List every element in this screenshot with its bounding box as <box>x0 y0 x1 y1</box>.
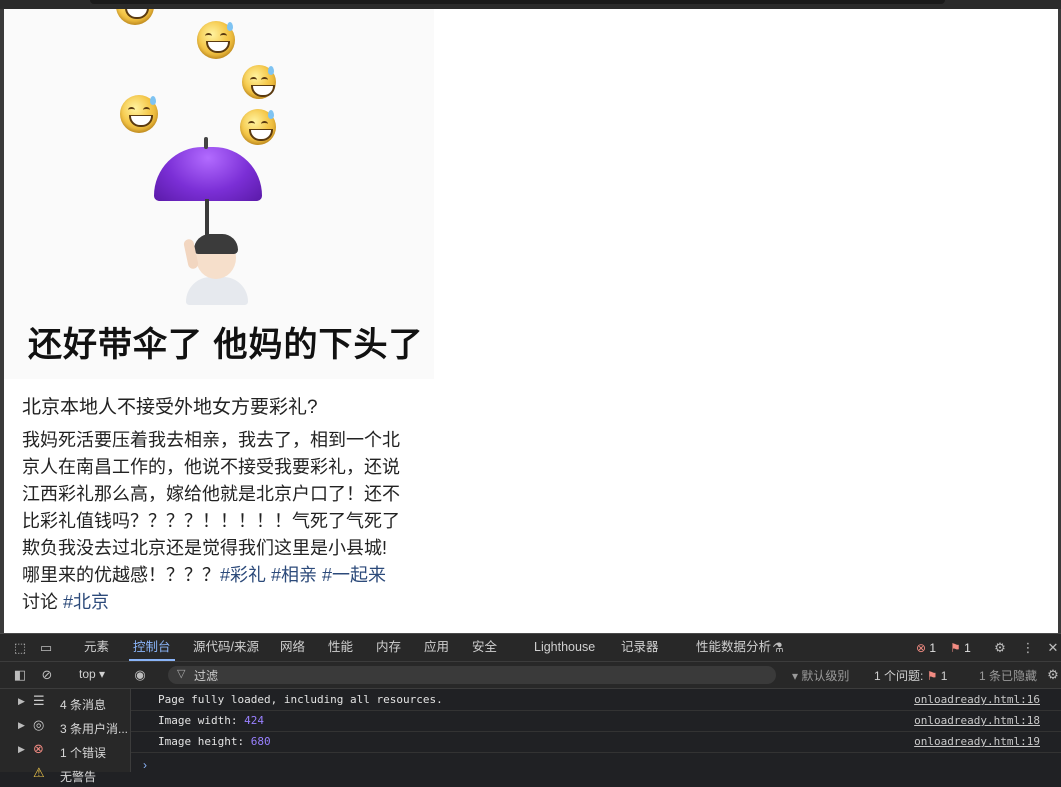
sweat-smile-emoji-icon <box>240 109 276 145</box>
tab-security[interactable]: 安全 <box>472 634 497 661</box>
post-line: 哪里来的优越感！？？？#彩礼 #相亲 #一起来 <box>22 562 432 589</box>
error-count-badge[interactable]: ⊗ 1 <box>916 641 936 655</box>
post-line: 京人在南昌工作的，他说不接受我要彩礼，还说 <box>22 457 400 477</box>
issues-label: 1 个问题: <box>874 669 924 683</box>
post-line-text: 哪里来的优越感！？？？ <box>22 565 220 585</box>
issue-flag-icon: ⚑ <box>950 641 961 655</box>
expand-arrow-icon: ▶ <box>18 744 25 754</box>
console-message-source-link[interactable]: onloadready.html:16 <box>914 693 1040 706</box>
user-icon: ◎ <box>33 717 45 732</box>
list-icon: ☰ <box>33 693 45 708</box>
tab-application[interactable]: 应用 <box>424 634 449 661</box>
issues-badge-count: 1 <box>940 669 948 683</box>
tab-console[interactable]: 控制台 <box>129 634 174 661</box>
sweat-smile-emoji-icon <box>242 65 276 99</box>
post-line: 比彩礼值钱吗？？？？！！！！！气死了气死了 <box>22 511 400 531</box>
sidebar-item-warnings[interactable]: ⚠ 无警告 <box>0 763 130 787</box>
post-body: 我妈死活要压着我去相亲，我去了，相到一个北 京人在南昌工作的，他说不接受我要彩礼… <box>22 427 432 616</box>
console-message: Page fully loaded, including all resourc… <box>131 689 1061 711</box>
error-icon: ⊗ <box>916 641 927 655</box>
post-line: 欺负我没去过北京还是觉得我们这里是小县城! <box>22 538 387 558</box>
page-viewport: 还好带伞了 他妈的下头了 北京本地人不接受外地女方要彩礼? 我妈死活要压着我去相… <box>4 9 1058 633</box>
tab-memory[interactable]: 内存 <box>376 634 401 661</box>
console-message-label: Image height: <box>158 735 251 748</box>
post-line: 江西彩礼那么高，嫁给他就是北京户口了！还不 <box>22 484 400 504</box>
post-line: 讨论 #北京 <box>22 589 432 616</box>
sidebar-item-label: 1 个错误 <box>60 746 107 760</box>
warning-icon: ⚠ <box>33 765 45 780</box>
console-filter-input[interactable]: ▽ 过滤 <box>168 666 776 684</box>
console-message-number: 424 <box>244 714 264 727</box>
meme-image: 还好带伞了 他妈的下头了 <box>4 9 434 379</box>
console-message-text: Image height: 680 <box>158 735 271 748</box>
console-message-number: 680 <box>250 735 271 748</box>
issues-button[interactable]: 1 个问题: ⚑ 1 <box>874 667 947 684</box>
tab-performance-insights[interactable]: 性能数据分析 <box>696 634 771 661</box>
console-messages: Page fully loaded, including all resourc… <box>131 689 1061 772</box>
tab-bar-edge <box>90 0 945 4</box>
console-settings-gear-icon[interactable]: ⚙ <box>1045 667 1061 683</box>
post-hashtags[interactable]: #彩礼 #相亲 #一起来 <box>220 565 386 585</box>
sweat-smile-emoji-icon <box>116 9 154 25</box>
sidebar-item-label: 3 条用户消... <box>60 722 129 736</box>
inspect-element-icon[interactable]: ⬚ <box>12 640 28 656</box>
console-sidebar: ▶ ☰ 4 条消息 ▶ ◎ 3 条用户消... ▶ ⊗ 1 个错误 ⚠ 无警告 <box>0 689 131 784</box>
post-hashtag[interactable]: #北京 <box>63 592 109 612</box>
live-expression-eye-icon[interactable]: ◉ <box>132 667 148 683</box>
device-toolbar-icon[interactable]: ▭ <box>38 640 54 656</box>
expand-arrow-icon: ▶ <box>18 720 25 730</box>
console-message-text: Image width: 424 <box>158 714 264 727</box>
error-icon: ⊗ <box>33 741 44 756</box>
browser-top-strip <box>0 0 1061 9</box>
console-message-source-link[interactable]: onloadready.html:18 <box>914 714 1040 727</box>
sidebar-toggle-icon[interactable]: ◧ <box>12 667 28 683</box>
sidebar-item-label: 4 条消息 <box>60 698 107 712</box>
console-message-text: Page fully loaded, including all resourc… <box>158 693 443 706</box>
tab-elements[interactable]: 元素 <box>84 634 109 661</box>
context-value: top <box>79 667 96 681</box>
issue-count-badge[interactable]: ⚑ 1 <box>950 641 971 655</box>
tab-recorder[interactable]: 记录器 <box>621 634 659 661</box>
more-options-icon[interactable]: ⋮ <box>1020 640 1036 656</box>
sweat-smile-emoji-icon <box>120 95 158 133</box>
flask-icon: ⚗ <box>772 640 784 655</box>
console-message: Image width: 424 onloadready.html:18 <box>131 710 1061 732</box>
console-message-label: Image width: <box>158 714 245 727</box>
hidden-messages-label: 1 条已隐藏 <box>979 669 1038 683</box>
tab-sources[interactable]: 源代码/来源 <box>193 634 259 661</box>
post-title: 北京本地人不接受外地女方要彩礼? <box>22 397 318 418</box>
person-raising-hand-icon <box>182 234 250 305</box>
tab-performance[interactable]: 性能 <box>328 634 353 661</box>
devtools-tab-bar: ⬚ ▭ 元素 控制台 源代码/来源 网络 性能 内存 应用 安全 Lightho… <box>0 634 1061 662</box>
log-level-dropdown[interactable]: ▾ 默认级别 <box>792 667 849 684</box>
issue-count: 1 <box>964 641 971 655</box>
error-count: 1 <box>929 641 937 655</box>
post-line-text: 讨论 <box>22 592 58 612</box>
console-toolbar: ◧ ⊘ top ▾ ◉ ▽ 过滤 ▾ 默认级别 1 个问题: ⚑ 1 1 条已隐… <box>0 662 1061 689</box>
clear-console-icon[interactable]: ⊘ <box>39 667 55 683</box>
devtools-panel: ⬚ ▭ 元素 控制台 源代码/来源 网络 性能 内存 应用 安全 Lightho… <box>0 633 1061 784</box>
context-selector[interactable]: top ▾ <box>79 667 105 681</box>
expand-arrow-icon: ▶ <box>18 696 25 706</box>
issue-flag-icon: ⚑ <box>926 669 938 683</box>
sweat-smile-emoji-icon <box>197 21 235 59</box>
tab-network[interactable]: 网络 <box>280 634 305 661</box>
log-level-value: 默认级别 <box>801 669 850 683</box>
close-devtools-icon[interactable]: ✕ <box>1045 640 1061 656</box>
console-message-source-link[interactable]: onloadready.html:19 <box>914 735 1040 748</box>
post-line: 我妈死活要压着我去相亲，我去了，相到一个北 <box>22 430 400 450</box>
console-message: Image height: 680 onloadready.html:19 <box>131 731 1061 753</box>
meme-caption: 还好带伞了 他妈的下头了 <box>28 326 424 364</box>
sidebar-item-messages[interactable]: ▶ ☰ 4 条消息 <box>0 691 130 715</box>
filter-placeholder: 过滤 <box>194 669 219 683</box>
settings-gear-icon[interactable]: ⚙ <box>992 640 1008 656</box>
console-prompt-icon[interactable]: › <box>143 758 147 772</box>
umbrella-icon <box>154 137 262 201</box>
tab-lighthouse[interactable]: Lighthouse <box>534 634 595 661</box>
sidebar-item-errors[interactable]: ▶ ⊗ 1 个错误 <box>0 739 130 763</box>
sidebar-item-user-messages[interactable]: ▶ ◎ 3 条用户消... <box>0 715 130 739</box>
filter-icon: ▽ <box>177 668 186 680</box>
